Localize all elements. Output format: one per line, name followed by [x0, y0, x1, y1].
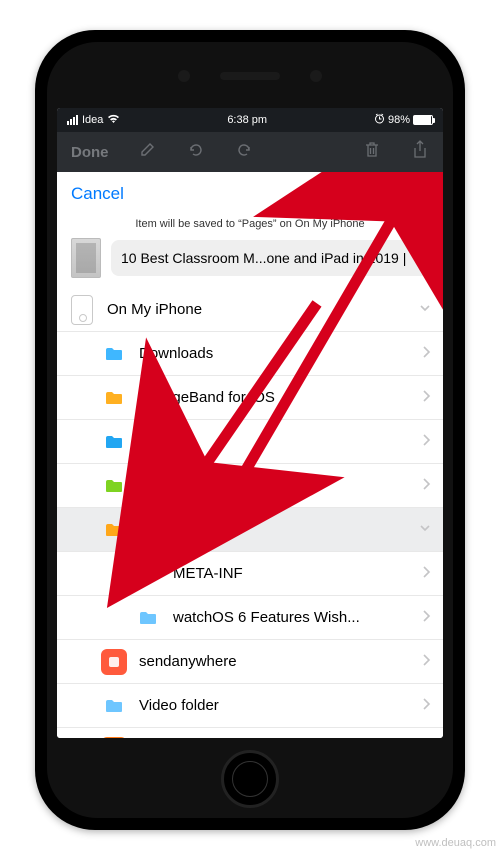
row-label: GarageBand for iOS	[139, 389, 421, 406]
chevron-right-icon	[421, 345, 431, 363]
battery-icon	[413, 115, 433, 125]
chevron-right-icon	[421, 477, 431, 495]
folder-list[interactable]: On My iPhone Downloads GarageBand for iOS K…	[57, 288, 443, 738]
row-label: Numbers	[139, 477, 421, 494]
share-icon	[411, 140, 429, 164]
folder-row-vlc[interactable]: VLC	[57, 728, 443, 738]
row-label: watchOS 6 Features Wish...	[173, 609, 421, 626]
undo-icon	[187, 141, 205, 163]
row-label: Downloads	[139, 345, 421, 362]
phone-speaker	[220, 72, 280, 80]
row-label: Pages	[139, 521, 419, 538]
signal-bars-icon	[67, 115, 78, 125]
folder-row-downloads[interactable]: Downloads	[57, 332, 443, 376]
app-icon	[101, 737, 127, 739]
row-label: sendanywhere	[139, 653, 421, 670]
folder-row-keynote[interactable]: Keynote	[57, 420, 443, 464]
chevron-down-icon	[419, 301, 431, 318]
folder-icon	[101, 341, 127, 367]
carrier-label: Idea	[82, 114, 103, 126]
folder-row-video-folder[interactable]: Video folder	[57, 684, 443, 728]
row-label: On My iPhone	[107, 301, 419, 318]
document-row	[57, 238, 443, 278]
folder-row-on-my-iphone[interactable]: On My iPhone	[57, 288, 443, 332]
chevron-down-icon	[419, 521, 431, 538]
status-bar: Idea 6:38 pm 98%	[57, 108, 443, 132]
folder-icon	[101, 473, 127, 499]
phone-camera	[178, 70, 190, 82]
save-button[interactable]: Save	[389, 184, 429, 204]
row-label: META-INF	[173, 565, 421, 582]
screen: Idea 6:38 pm 98% Done	[57, 108, 443, 738]
folder-icon	[135, 605, 161, 631]
clock: 6:38 pm	[120, 114, 374, 126]
folder-row-watchos-6-features-wish-[interactable]: watchOS 6 Features Wish...	[57, 596, 443, 640]
chevron-right-icon	[421, 433, 431, 451]
folder-icon	[101, 429, 127, 455]
watermark: www.deuaq.com	[415, 837, 496, 849]
chevron-right-icon	[421, 389, 431, 407]
row-label: Keynote	[139, 433, 421, 450]
trash-icon	[363, 140, 381, 164]
chevron-right-icon	[421, 697, 431, 715]
folder-icon	[101, 385, 127, 411]
new-folder-button[interactable]	[351, 183, 377, 205]
folder-icon	[135, 561, 161, 587]
background-toolbar: Done	[57, 132, 443, 172]
app-icon	[101, 649, 127, 675]
document-thumbnail	[71, 238, 101, 278]
folder-icon	[101, 693, 127, 719]
row-label: Video folder	[139, 697, 421, 714]
save-location-caption: Item will be saved to “Pages” on On My i…	[57, 216, 443, 238]
chevron-right-icon	[421, 609, 431, 627]
back-label: Done	[71, 144, 109, 161]
phone-sensor	[310, 70, 322, 82]
save-sheet: Cancel Save Item will be saved to “Pages…	[57, 172, 443, 738]
cancel-button[interactable]: Cancel	[71, 184, 124, 204]
filename-input[interactable]	[111, 240, 429, 276]
folder-row-garageband-for-ios[interactable]: GarageBand for iOS	[57, 376, 443, 420]
folder-row-meta-inf[interactable]: META-INF	[57, 552, 443, 596]
new-folder-icon	[351, 183, 377, 205]
phone-frame: Idea 6:38 pm 98% Done	[35, 30, 465, 830]
folder-row-pages[interactable]: Pages	[57, 508, 443, 552]
folder-row-sendanywhere[interactable]: sendanywhere	[57, 640, 443, 684]
home-button[interactable]	[221, 750, 279, 808]
compose-icon	[139, 141, 157, 163]
device-icon	[69, 297, 95, 323]
alarm-icon	[374, 113, 385, 127]
folder-row-numbers[interactable]: Numbers	[57, 464, 443, 508]
redo-icon	[235, 141, 253, 163]
chevron-right-icon	[421, 653, 431, 671]
chevron-right-icon	[421, 565, 431, 583]
folder-icon	[101, 517, 127, 543]
battery-pct: 98%	[388, 114, 410, 126]
wifi-icon	[107, 114, 120, 127]
